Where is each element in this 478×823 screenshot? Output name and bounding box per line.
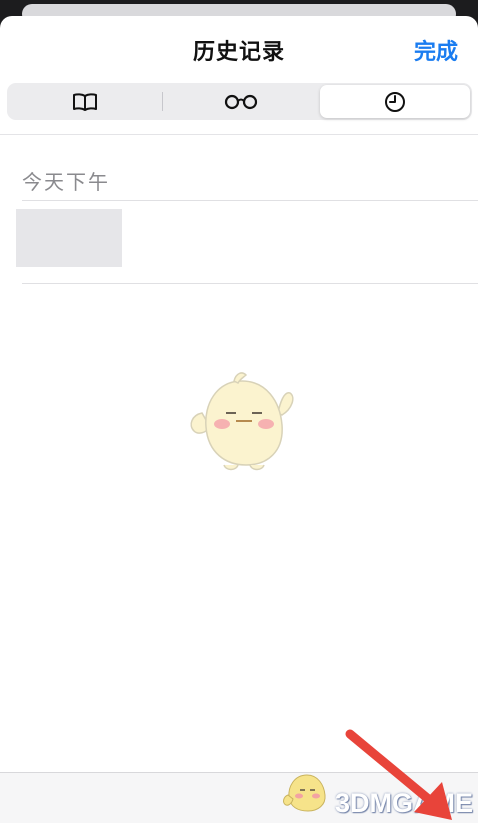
page-title: 历史记录 <box>192 40 285 65</box>
annotation-arrow <box>345 729 452 820</box>
divider <box>0 134 478 135</box>
book-icon <box>73 92 97 111</box>
divider <box>22 283 478 284</box>
navigation-bar: 历史记录 完成 <box>0 16 478 80</box>
done-button[interactable]: 完成 <box>414 34 458 66</box>
glasses-icon <box>224 94 257 109</box>
divider <box>22 200 478 201</box>
tab-bookmarks[interactable] <box>9 85 161 118</box>
watermark-logo-mascot <box>283 774 326 812</box>
history-sheet: 历史记录 完成 今天下午 <box>0 16 478 823</box>
tab-reading-list[interactable] <box>163 85 318 118</box>
history-item-thumbnail[interactable] <box>16 209 122 267</box>
mascot-illustration <box>190 372 294 471</box>
clock-icon <box>385 91 405 112</box>
tab-history[interactable] <box>320 85 470 118</box>
segmented-control <box>7 83 472 120</box>
section-header: 今天下午 <box>22 170 110 194</box>
